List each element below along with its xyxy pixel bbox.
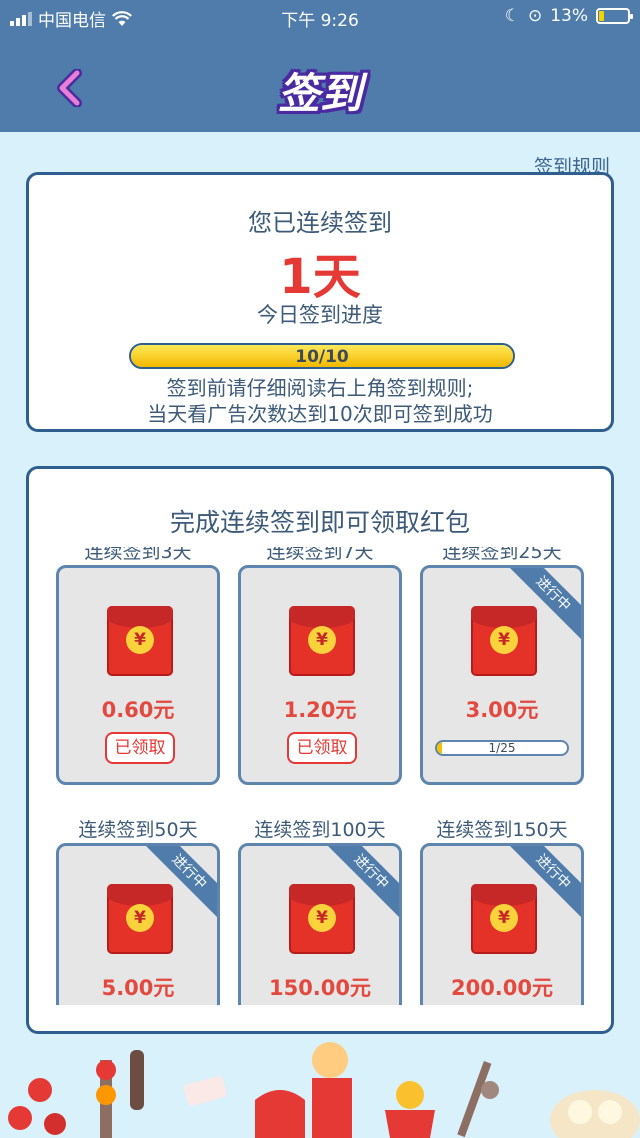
red-envelope-icon: ¥ (471, 884, 537, 954)
progress-title: 今日签到进度 (257, 303, 383, 327)
yuan-coin-icon: ¥ (126, 626, 154, 654)
reward-label: 连续签到3天 (84, 547, 192, 563)
reward-amount: 200.00元 (450, 976, 554, 1000)
battery-icon (596, 8, 633, 24)
red-envelope-icon: ¥ (289, 606, 355, 676)
battery-percent: 13% (550, 6, 588, 26)
reward-amount: 150.00元 (268, 976, 372, 1000)
yuan-coin-icon: ¥ (126, 904, 154, 932)
reward-amount: 0.60元 (101, 698, 175, 722)
reward-label: 连续签到100天 (254, 819, 386, 841)
reward-amount: 3.00元 (465, 698, 539, 722)
yuan-coin-icon: ¥ (490, 626, 518, 654)
reward-box: 进行中 ¥ 5.00元 (56, 843, 220, 1005)
rewards-grid: 连续签到3天 ¥ 0.60元 已领取 连续签到7天 ¥ 1.20元 已领取 连续… (29, 547, 611, 1005)
note-line-1: 签到前请仔细阅读右上角签到规则; (166, 376, 474, 400)
streak-days: 1天 (279, 249, 361, 305)
reward-progress-bar: 1/25 (435, 740, 569, 756)
reward-amount: 1.20元 (283, 698, 357, 722)
yuan-coin-icon: ¥ (490, 904, 518, 932)
yuan-coin-icon: ¥ (308, 626, 336, 654)
moon-icon: ☾ (504, 6, 520, 26)
note-line-2: 当天看广告次数达到10次即可签到成功 (147, 402, 493, 426)
red-envelope-icon: ¥ (289, 884, 355, 954)
claimed-badge: 已领取 (287, 732, 357, 764)
page-title: 签到 (277, 69, 362, 118)
claimed-badge: 已领取 (105, 732, 175, 764)
reward-box: ¥ 0.60元 已领取 (56, 565, 220, 785)
yuan-coin-icon: ¥ (308, 904, 336, 932)
status-bar: 中国电信 下午 9:26 ☾ ⊙ 13% (0, 0, 640, 32)
daily-progress-bar: 10/10 (129, 343, 515, 369)
festive-decoration-illustration (8, 1042, 640, 1138)
reward-box: 进行中 ¥ 200.00元 (420, 843, 584, 1005)
reward-amount: 5.00元 (101, 976, 175, 1000)
rewards-title: 完成连续签到即可领取红包 (169, 508, 470, 537)
sign-in-note: 签到前请仔细阅读右上角签到规则; 当天看广告次数达到10次即可签到成功 (29, 375, 611, 427)
reward-label: 连续签到25天 (442, 547, 562, 563)
red-envelope-icon: ¥ (471, 606, 537, 676)
reward-progress-label: 1/25 (488, 741, 516, 755)
reward-label: 连续签到7天 (266, 547, 374, 563)
reward-label: 连续签到150天 (436, 819, 568, 841)
streak-prefix: 您已连续签到 (248, 209, 392, 237)
streak-card: 您已连续签到 1天 今日签到进度 10/10 签到前请仔细阅读右上角签到规则; … (26, 172, 614, 432)
reward-label: 连续签到50天 (78, 819, 198, 841)
red-envelope-icon: ¥ (107, 884, 173, 954)
header-bar: 中国电信 下午 9:26 ☾ ⊙ 13% 签到 (0, 0, 640, 132)
reward-box: ¥ 1.20元 已领取 (238, 565, 402, 785)
rewards-card: 完成连续签到即可领取红包 连续签到3天 ¥ 0.60元 已领取 连续签到7天 ¥… (26, 466, 614, 1034)
reward-box: 进行中 ¥ 3.00元 1/25 (420, 565, 584, 785)
rotation-lock-icon: ⊙ (527, 6, 543, 26)
reward-box: 进行中 ¥ 150.00元 (238, 843, 402, 1005)
red-envelope-icon: ¥ (107, 606, 173, 676)
daily-progress-label: 10/10 (295, 347, 349, 367)
